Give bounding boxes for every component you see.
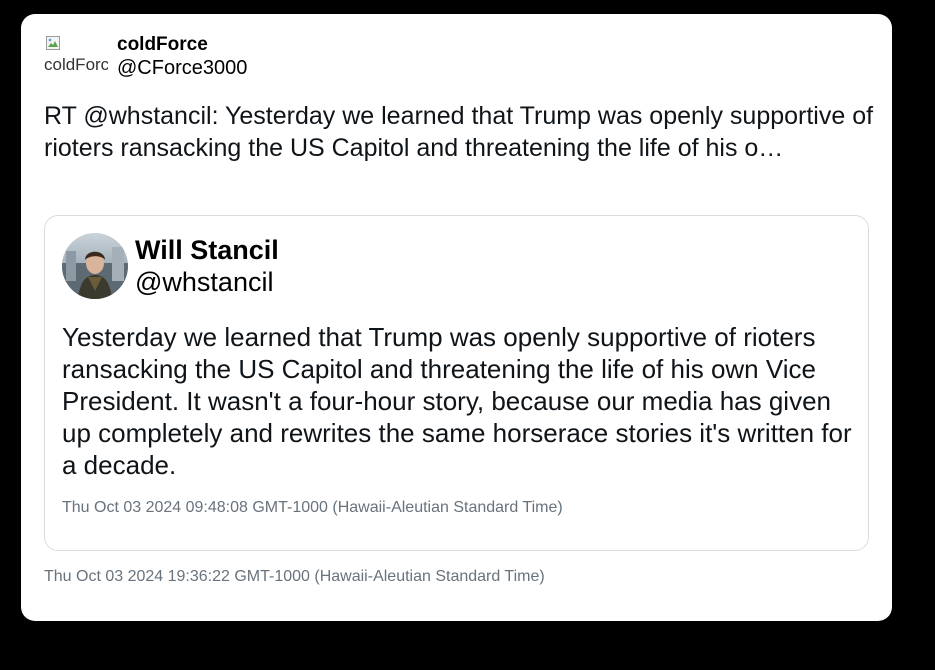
- quoted-author-names: Will Stancil @whstancil: [135, 234, 279, 298]
- quoted-avatar-image: [62, 233, 128, 299]
- quoted-text: Yesterday we learned that Trump was open…: [62, 322, 852, 480]
- quoted-tweet[interactable]: Will Stancil @whstancil Yesterday we lea…: [44, 215, 869, 551]
- quoted-handle[interactable]: @whstancil: [135, 266, 279, 298]
- author-display-name[interactable]: coldForce: [117, 34, 247, 56]
- tweet-card: coldForce coldForce @CForce3000 RT @whst…: [21, 14, 892, 621]
- tweet-author: coldForce coldForce @CForce3000: [44, 34, 247, 81]
- avatar[interactable]: coldForce: [44, 34, 108, 78]
- quoted-avatar[interactable]: [62, 233, 128, 299]
- tweet-timestamp[interactable]: Thu Oct 03 2024 19:36:22 GMT-1000 (Hawai…: [44, 568, 545, 586]
- quoted-timestamp[interactable]: Thu Oct 03 2024 09:48:08 GMT-1000 (Hawai…: [62, 499, 563, 517]
- broken-image-icon: [46, 36, 60, 50]
- author-names: coldForce @CForce3000: [117, 34, 247, 81]
- quoted-author: Will Stancil @whstancil: [62, 233, 279, 299]
- avatar-alt-text: coldForce: [44, 55, 108, 74]
- quoted-display-name[interactable]: Will Stancil: [135, 234, 279, 266]
- tweet-text: RT @whstancil: Yesterday we learned that…: [44, 102, 874, 162]
- author-handle[interactable]: @CForce3000: [117, 56, 247, 81]
